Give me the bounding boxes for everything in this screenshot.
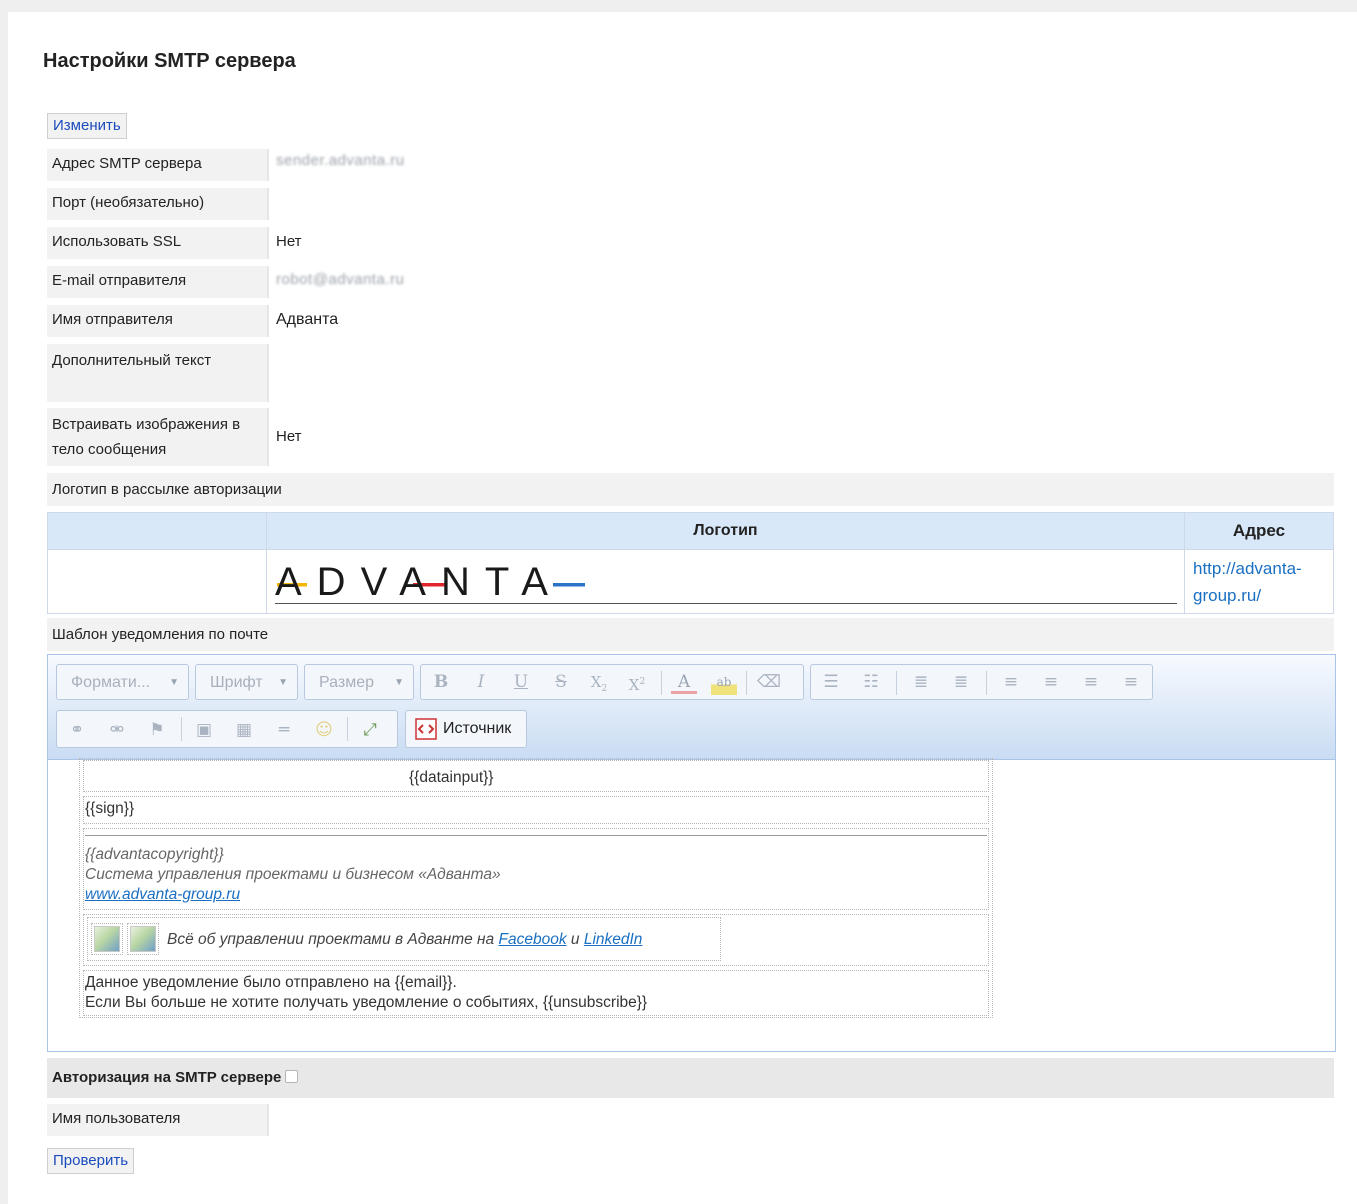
format-select[interactable]: Формати... ▼ (56, 664, 189, 700)
chevron-down-icon: ▼ (169, 677, 179, 688)
logo-table: Логотип Адрес ADVANTA http://advanta-gro… (47, 512, 1334, 614)
link-icon[interactable]: ⚭ (64, 717, 90, 743)
field-value: robot@advanta.ru (276, 271, 405, 288)
editor-content[interactable]: {{datainput}} {{sign}} {{advantacopyrigh… (48, 758, 1335, 1050)
page-title: Настройки SMTP сервера (43, 50, 296, 72)
unlink-icon[interactable]: ⚮ (104, 717, 130, 743)
size-select[interactable]: Размер ▼ (304, 664, 414, 700)
chevron-down-icon: ▼ (394, 677, 404, 688)
field-label: Встраивать изображения в тело сообщения (47, 408, 269, 466)
field-label: Использовать SSL (47, 227, 269, 259)
social-line: Всё об управлении проектами в Адванте на… (167, 931, 643, 948)
outdent-icon[interactable]: ≣ (908, 669, 934, 695)
anchor-flag-icon[interactable]: ⚑ (144, 717, 170, 743)
field-value: Нет (276, 233, 302, 250)
facebook-image (94, 926, 120, 952)
source-code-icon (415, 718, 437, 740)
editor-toolbar: Формати... ▼ Шрифт ▼ Размер ▼ B I U S X2 X2… (48, 655, 1335, 760)
chevron-down-icon: ▼ (278, 677, 288, 688)
field-label: Порт (необязательно) (47, 188, 269, 220)
bold-icon[interactable]: B (428, 669, 454, 695)
column-header-logo: Логотип (693, 522, 758, 539)
italic-icon[interactable]: I (468, 669, 494, 695)
smiley-icon[interactable]: ☺ (311, 717, 337, 743)
source-button[interactable]: Источник (405, 710, 527, 748)
field-label: E-mail отправителя (47, 266, 269, 298)
logo-text: ADVANTA (275, 560, 563, 603)
font-select[interactable]: Шрифт ▼ (195, 664, 298, 700)
field-label: Адрес SMTP сервера (47, 149, 269, 181)
rich-text-editor: Формати... ▼ Шрифт ▼ Размер ▼ B I U S X2 X2… (47, 654, 1336, 1052)
field-value: Адванта (276, 311, 339, 328)
field-label: Дополнительный текст (47, 344, 269, 402)
table-icon[interactable]: ▦ (231, 717, 257, 743)
copyright-placeholder: {{advantacopyright}} (85, 846, 224, 863)
align-right-icon[interactable]: ≡ (1078, 669, 1104, 695)
indent-icon[interactable]: ≣ (948, 669, 974, 695)
logo-address-link[interactable]: http://advanta-group.ru/ (1193, 555, 1328, 609)
linkedin-link[interactable]: LinkedIn (584, 931, 643, 948)
linkedin-image (130, 926, 156, 952)
field-label: Имя отправителя (47, 305, 269, 337)
eraser-icon[interactable]: ⌫ (756, 669, 782, 695)
horizontal-line-icon[interactable]: ═ (271, 717, 297, 743)
sign-placeholder: {{sign}} (85, 800, 135, 817)
divider (85, 835, 987, 836)
advanta-logo: ADVANTA (275, 555, 1177, 604)
system-line: Система управления проектами и бизнесом … (85, 866, 501, 883)
notice-line-1: Данное уведомление было отправлено на {{… (85, 974, 457, 991)
text-format-group: B I U S X2 X2 A ab ⌫ (420, 664, 804, 700)
superscript-icon[interactable]: X2 (624, 669, 650, 695)
notice-line-2: Если Вы больше не хотите получать уведом… (85, 994, 648, 1011)
maximize-icon[interactable]: ⤢ (357, 717, 383, 743)
background-color-icon[interactable]: ab (711, 669, 737, 695)
site-link[interactable]: www.advanta-group.ru (85, 886, 240, 904)
text-color-icon[interactable]: A (671, 669, 697, 694)
datainput-placeholder: {{datainput}} (409, 769, 494, 786)
settings-page: Настройки SMTP сервера Изменить Адрес SM… (8, 12, 1357, 1204)
edit-button[interactable]: Изменить (47, 113, 127, 139)
template-section-label: Шаблон уведомления по почте (47, 618, 1334, 651)
image-icon[interactable]: ▣ (191, 717, 217, 743)
field-value: Нет (276, 428, 302, 445)
check-button[interactable]: Проверить (47, 1148, 135, 1174)
align-left-icon[interactable]: ≡ (998, 669, 1024, 695)
paragraph-group: ☰ ☷ ≣ ≣ ≡ ≡ ≡ ≡ (810, 664, 1153, 700)
bullet-list-icon[interactable]: ☷ (858, 669, 884, 695)
auth-checkbox[interactable] (285, 1070, 299, 1083)
strikethrough-icon[interactable]: S (548, 669, 574, 695)
column-header-address: Адрес (1232, 521, 1286, 540)
numbered-list-icon[interactable]: ☰ (818, 669, 844, 695)
field-value: sender.advanta.ru (276, 152, 405, 169)
facebook-link[interactable]: Facebook (499, 931, 567, 948)
logo-section-label: Логотип в рассылке авторизации (47, 473, 1334, 506)
justify-icon[interactable]: ≡ (1118, 669, 1144, 695)
auth-section: Авторизация на SMTP сервере (47, 1058, 1334, 1098)
align-center-icon[interactable]: ≡ (1038, 669, 1064, 695)
insert-group: ⚭ ⚮ ⚑ ▣ ▦ ═ ☺ ⤢ (56, 710, 398, 748)
subscript-icon[interactable]: X2 (586, 669, 612, 695)
auth-label: Авторизация на SMTP сервере (52, 1069, 282, 1086)
underline-icon[interactable]: U (508, 669, 534, 695)
field-label: Имя пользователя (47, 1104, 269, 1136)
